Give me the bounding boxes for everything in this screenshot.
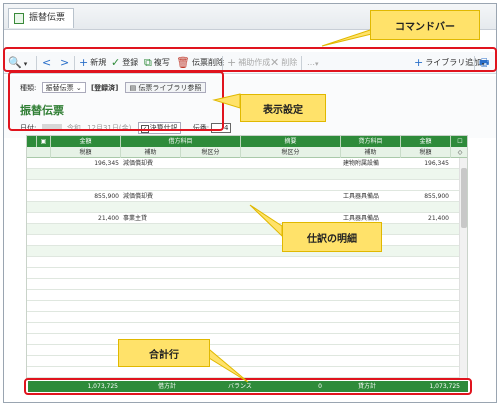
table-row-spacer[interactable]: [27, 180, 467, 191]
description-header: 摘要: [241, 136, 341, 147]
debit-aux-header: 補助: [121, 147, 181, 158]
table-row-empty[interactable]: [27, 268, 467, 279]
debit-amount: 21,400: [98, 215, 119, 222]
credit-aux-header: 補助: [341, 147, 401, 158]
debit-amount: 855,900: [94, 193, 119, 200]
table-row[interactable]: 855,900 減価償却費 工具器具備品 855,900: [27, 191, 467, 202]
table-row-empty[interactable]: [27, 312, 467, 323]
debit-amount-header: 金額: [51, 136, 121, 147]
journal-details-callout: 仕訳の明細: [282, 222, 382, 252]
debit-amount: 196,345: [94, 160, 119, 167]
table-row[interactable]: 196,345 減価償却費 建物附属設備 196,345: [27, 158, 467, 169]
table-row-empty[interactable]: [27, 246, 467, 257]
credit-tax-class-header: 税区分: [241, 147, 341, 158]
grid-header-bottom: 税額 補助 税区分 税区分 補助 税額 ◇: [27, 147, 467, 158]
credit-amount: 21,400: [428, 215, 449, 222]
debit-account-header: 借方科目: [121, 136, 241, 147]
table-row-empty[interactable]: [27, 301, 467, 312]
total-row-callout: 合計行: [118, 339, 210, 367]
display-settings-highlight: [8, 71, 224, 131]
credit-amount-header: 金額: [401, 136, 451, 147]
note-icon: ☐: [457, 138, 463, 145]
table-row-empty[interactable]: [27, 356, 467, 367]
table-row-sub[interactable]: [27, 224, 467, 235]
document-tab-label: 振替伝票: [29, 13, 66, 23]
table-row-empty[interactable]: [27, 345, 467, 356]
table-row-empty[interactable]: [27, 290, 467, 301]
table-row-empty[interactable]: [27, 323, 467, 334]
vertical-scrollbar[interactable]: [459, 158, 467, 379]
document-tab[interactable]: 振替伝票: [8, 8, 75, 28]
debit-account: 減価償却費: [123, 193, 154, 200]
table-row-empty[interactable]: [27, 334, 467, 345]
debit-account: 減価償却費: [123, 160, 154, 167]
credit-tax-header: 税額: [401, 147, 451, 158]
table-row-empty[interactable]: [27, 279, 467, 290]
voucher-icon: [14, 13, 24, 24]
credit-account: 工具器具備品: [343, 193, 380, 200]
table-row-empty[interactable]: [27, 257, 467, 268]
credit-amount: 196,345: [424, 160, 449, 167]
table-row[interactable]: 21,400 事業主貸 工具器具備品 21,400: [27, 213, 467, 224]
table-row-empty[interactable]: [27, 235, 467, 246]
total-row-highlight: [24, 378, 472, 395]
credit-amount: 855,900: [424, 193, 449, 200]
scrollbar-thumb[interactable]: [461, 168, 467, 228]
credit-account-header: 貸方科目: [341, 136, 401, 147]
command-bar-highlight: [3, 47, 497, 72]
table-row-empty[interactable]: [27, 367, 467, 378]
book-icon: ▣: [37, 136, 51, 147]
debit-account: 事業主貸: [123, 215, 148, 222]
grid-header-top: ▣ 金額 借方科目 摘要 貸方科目 金額 ☐: [27, 136, 467, 147]
table-row-sub[interactable]: [27, 202, 467, 213]
row-marker-header: [27, 136, 37, 147]
credit-account: 建物附属設備: [343, 160, 380, 167]
command-bar-callout: コマンドバー: [370, 10, 480, 40]
tag-icon: ◇: [457, 149, 463, 156]
debit-tax-header: 税額: [51, 147, 121, 158]
display-settings-callout: 表示設定: [240, 94, 326, 122]
row-marker-subheader: [27, 147, 51, 158]
journal-grid: ▣ 金額 借方科目 摘要 貸方科目 金額 ☐ 税額 補助 税区分 税区分 補助 …: [26, 135, 468, 380]
table-row-sub[interactable]: [27, 169, 467, 180]
debit-tax-class-header: 税区分: [181, 147, 241, 158]
